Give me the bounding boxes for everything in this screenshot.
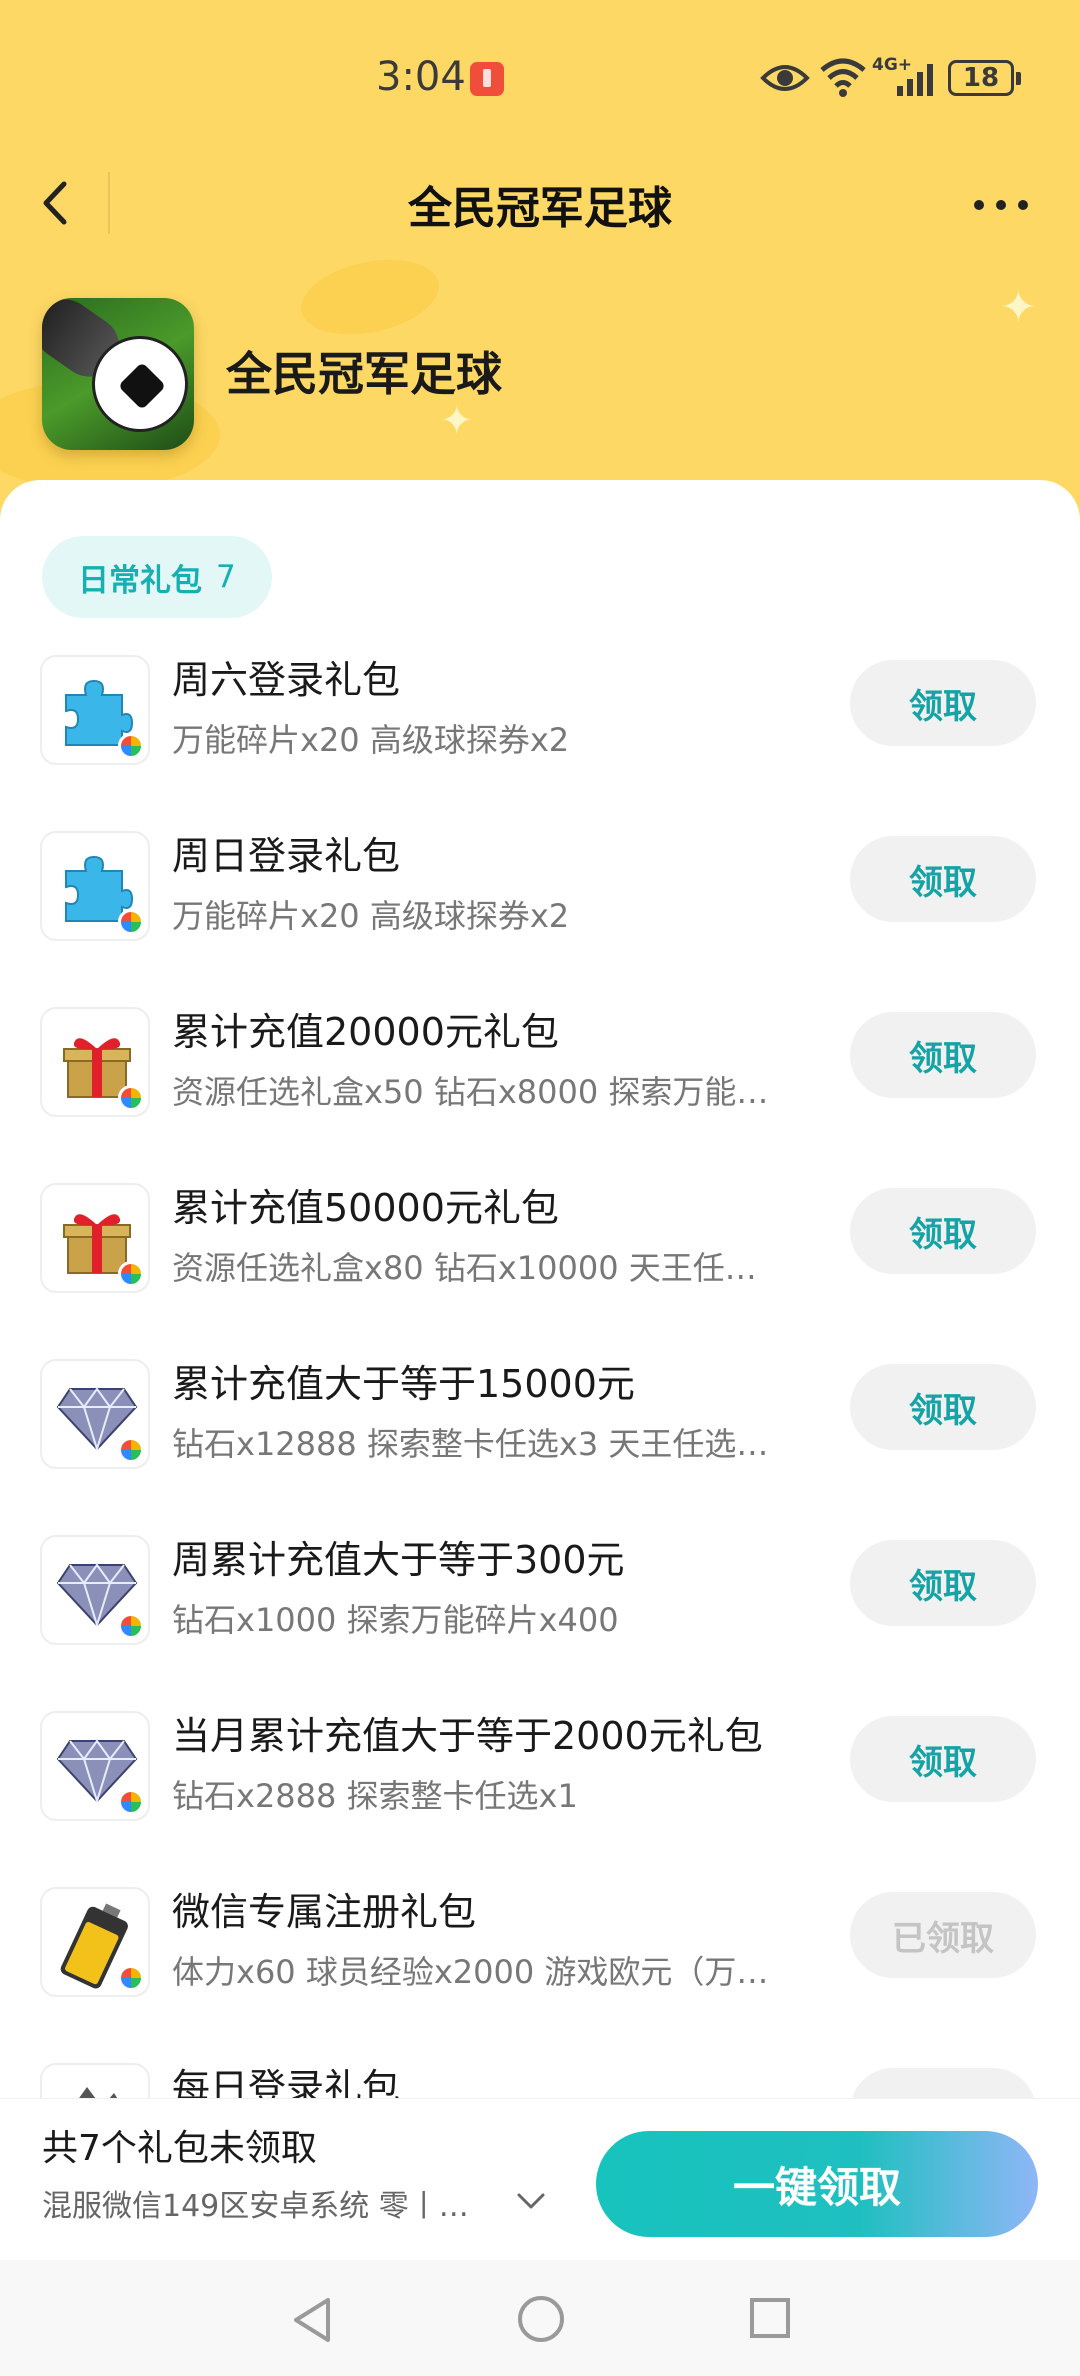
game-name: 全民冠军足球 (226, 347, 502, 401)
gift-description: 钻石x2888 探索整卡任选x1 (172, 1777, 578, 1815)
gift-item: 累计充值大于等于15000元 钻石x12888 探索整卡任选x3 天王任选… 领… (0, 1359, 1080, 1535)
gift-title: 周日登录礼包 (172, 834, 401, 878)
bottom-action-bar: 共7个礼包未领取 混服微信149区安卓系统 零丨… 一键领取 (0, 2098, 1080, 2260)
gift-title: 每日登录礼包 (172, 2066, 401, 2103)
claimed-button[interactable]: 已领取 (850, 1892, 1036, 1978)
claim-button[interactable]: 领取 (850, 1364, 1036, 1450)
wifi-icon (820, 58, 866, 97)
gift-box-icon (40, 1183, 150, 1293)
gift-title: 累计充值20000元礼包 (172, 1010, 559, 1054)
gift-box-icon (40, 1007, 150, 1117)
puzzle-icon (40, 655, 150, 765)
eye-icon (760, 65, 810, 91)
diamond-icon (40, 1359, 150, 1469)
more-options-button[interactable] (966, 180, 1036, 230)
claim-button[interactable]: 领取 (850, 1540, 1036, 1626)
status-time: 3:04 (376, 54, 466, 100)
gift-item: 累计充值20000元礼包 资源任选礼盒x50 钻石x8000 探索万能… 领取 (0, 1007, 1080, 1183)
claim-button[interactable]: 领取 (850, 1012, 1036, 1098)
nav-home-icon[interactable] (516, 2294, 566, 2344)
gift-title: 周累计充值大于等于300元 (172, 1538, 625, 1582)
unclaimed-count-text: 共7个礼包未领取 (42, 2128, 317, 2169)
gift-title: 累计充值50000元礼包 (172, 1186, 559, 1230)
signal-icon (897, 64, 933, 96)
page-title: 全民冠军足球 (408, 183, 672, 234)
gift-description: 体力x60 球员经验x2000 游戏欧元（万… (172, 1953, 769, 1991)
diamond-icon (40, 1711, 150, 1821)
nav-recents-icon[interactable] (748, 2296, 792, 2340)
gift-item: 当月累计充值大于等于2000元礼包 钻石x2888 探索整卡任选x1 领取 (0, 1711, 1080, 1887)
gift-description: 钻石x12888 探索整卡任选x3 天王任选… (172, 1425, 769, 1463)
gift-description: 资源任选礼盒x80 钻石x10000 天王任… (172, 1249, 757, 1287)
battery-icon (40, 1887, 150, 1997)
gift-list: 周六登录礼包 万能碎片x20 高级球探券x2 领取 周日登录礼包 万能碎片x20… (0, 655, 1080, 2103)
gift-item: 周六登录礼包 万能碎片x20 高级球探券x2 领取 (0, 655, 1080, 831)
gift-description: 资源任选礼盒x50 钻石x8000 探索万能… (172, 1073, 769, 1111)
notification-icon (470, 62, 504, 96)
tab-daily-gifts[interactable]: 日常礼包 7 (42, 536, 272, 618)
gift-title: 微信专属注册礼包 (172, 1890, 477, 1934)
gift-icon (40, 2063, 150, 2103)
gift-item: 周日登录礼包 万能碎片x20 高级球探券x2 领取 (0, 831, 1080, 1007)
diamond-icon (40, 1535, 150, 1645)
gift-description: 万能碎片x20 高级球探券x2 (172, 897, 570, 935)
gift-title: 周六登录礼包 (172, 658, 401, 702)
puzzle-icon (40, 831, 150, 941)
gift-item: 微信专属注册礼包 体力x60 球员经验x2000 游戏欧元（万… 已领取 (0, 1887, 1080, 2063)
gift-description: 钻石x1000 探索万能碎片x400 (172, 1601, 619, 1639)
tab-label: 日常礼包 (78, 562, 202, 599)
claim-all-button[interactable]: 一键领取 (596, 2131, 1038, 2237)
battery-indicator: 18 (948, 60, 1021, 96)
system-navigation-bar (0, 2260, 1080, 2376)
chevron-down-icon[interactable] (514, 2187, 548, 2215)
tab-count: 7 (216, 559, 236, 595)
gift-item: 累计充值50000元礼包 资源任选礼盒x80 钻石x10000 天王任… 领取 (0, 1183, 1080, 1359)
claim-button[interactable]: 领取 (850, 660, 1036, 746)
status-bar: 3:04 4G+ 18 (0, 0, 1080, 160)
game-icon (42, 298, 194, 450)
back-button[interactable] (28, 170, 84, 236)
gift-description: 万能碎片x20 高级球探券x2 (172, 721, 570, 759)
nav-back-icon[interactable] (288, 2294, 336, 2346)
gift-title: 当月累计充值大于等于2000元礼包 (172, 1714, 763, 1758)
gift-item: 每日登录礼包 (0, 2063, 1080, 2103)
claim-button[interactable]: 领取 (850, 836, 1036, 922)
claim-button[interactable]: 领取 (850, 1716, 1036, 1802)
gift-title: 累计充值大于等于15000元 (172, 1362, 635, 1406)
gift-item: 周累计充值大于等于300元 钻石x1000 探索万能碎片x400 领取 (0, 1535, 1080, 1711)
nav-divider (108, 172, 110, 234)
gift-card-panel: 日常礼包 7 周六登录礼包 万能碎片x20 高级球探券x2 领取 周日登录礼包 (0, 480, 1080, 2260)
claim-button[interactable]: 领取 (850, 1188, 1036, 1274)
server-selector[interactable]: 混服微信149区安卓系统 零丨… (42, 2181, 502, 2225)
